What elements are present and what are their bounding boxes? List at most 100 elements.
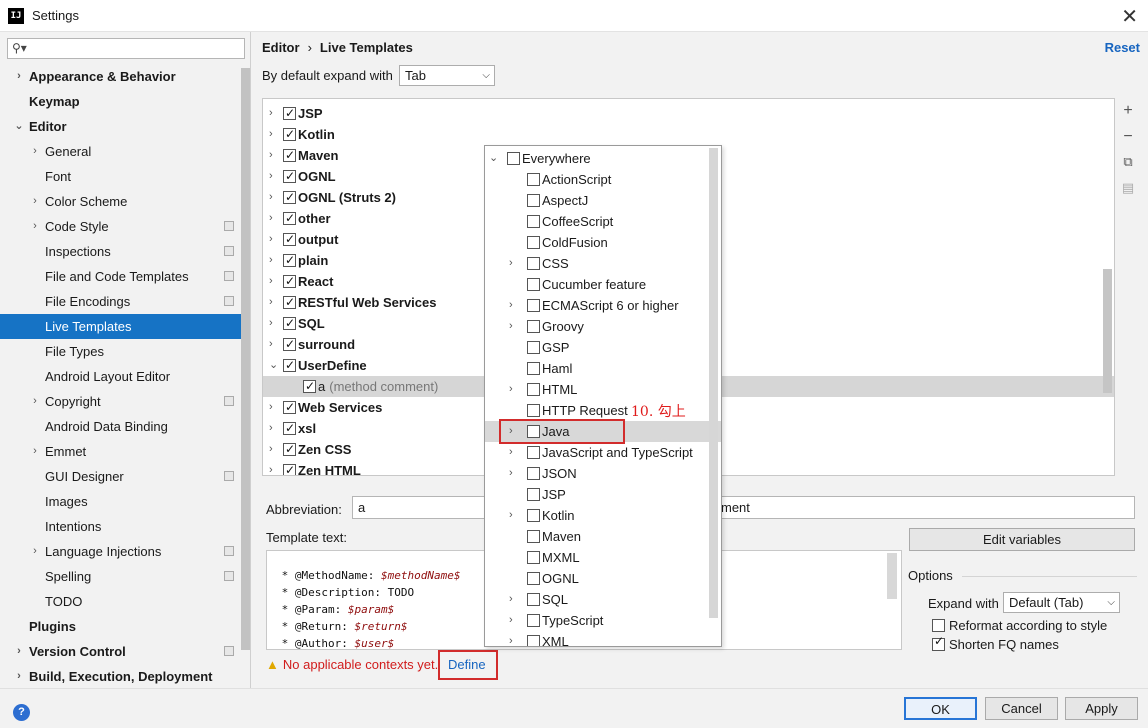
template-checkbox[interactable] [283, 250, 296, 271]
context-item-everywhere[interactable]: ⌄ Everywhere [485, 148, 721, 169]
template-checkbox[interactable] [283, 313, 296, 334]
chevron-right-icon[interactable]: › [509, 463, 513, 484]
context-item-groovy[interactable]: › Groovy [485, 316, 721, 337]
sidebar-item-android-data-binding[interactable]: Android Data Binding [0, 414, 250, 439]
template-checkbox[interactable] [283, 208, 296, 229]
context-item-coffeescript[interactable]: CoffeeScript [485, 211, 721, 232]
sidebar-item-appearance-behavior[interactable]: › Appearance & Behavior [0, 64, 250, 89]
context-checkbox[interactable] [527, 257, 540, 270]
sidebar-scrollbar[interactable] [241, 68, 250, 650]
chevron-right-icon[interactable]: › [509, 610, 513, 631]
chevron-right-icon[interactable]: › [29, 389, 41, 414]
template-checkbox[interactable] [283, 355, 296, 376]
template-checkbox[interactable] [283, 229, 296, 250]
context-checkbox[interactable] [527, 509, 540, 522]
context-checkbox[interactable] [527, 173, 540, 186]
context-checkbox[interactable] [527, 383, 540, 396]
context-item-ecmascript-6-or-higher[interactable]: › ECMAScript 6 or higher [485, 295, 721, 316]
context-checkbox[interactable] [527, 446, 540, 459]
sidebar-item-code-style[interactable]: › Code Style [0, 214, 250, 239]
sidebar-item-intentions[interactable]: Intentions [0, 514, 250, 539]
context-checkbox[interactable] [527, 299, 540, 312]
context-item-html[interactable]: › HTML [485, 379, 721, 400]
chevron-right-icon[interactable]: › [269, 229, 279, 250]
reset-link[interactable]: Reset [1105, 40, 1140, 55]
context-checkbox[interactable] [527, 593, 540, 606]
sidebar-item-emmet[interactable]: › Emmet [0, 439, 250, 464]
context-checkbox[interactable] [527, 236, 540, 249]
context-item-aspectj[interactable]: AspectJ [485, 190, 721, 211]
context-item-jsp[interactable]: JSP [485, 484, 721, 505]
template-checkbox[interactable] [283, 334, 296, 355]
sidebar-item-build-execution-deployment[interactable]: › Build, Execution, Deployment [0, 664, 250, 688]
context-checkbox[interactable] [527, 362, 540, 375]
edit-variables-button[interactable]: Edit variables [909, 528, 1135, 551]
chevron-right-icon[interactable]: › [269, 292, 279, 313]
chevron-right-icon[interactable]: › [29, 139, 41, 164]
context-item-mxml[interactable]: MXML [485, 547, 721, 568]
context-item-coldfusion[interactable]: ColdFusion [485, 232, 721, 253]
template-checkbox[interactable] [283, 397, 296, 418]
chevron-right-icon[interactable]: › [29, 214, 41, 239]
context-checkbox[interactable] [527, 278, 540, 291]
chevron-right-icon[interactable]: › [13, 639, 25, 664]
chevron-right-icon[interactable]: › [269, 187, 279, 208]
sidebar-item-editor[interactable]: ⌄ Editor [0, 114, 250, 139]
context-checkbox[interactable] [527, 467, 540, 480]
context-checkbox[interactable] [527, 614, 540, 627]
context-checkbox[interactable] [527, 320, 540, 333]
chevron-right-icon[interactable]: › [509, 442, 513, 463]
chevron-right-icon[interactable]: › [509, 589, 513, 610]
sidebar-item-general[interactable]: › General [0, 139, 250, 164]
sidebar-item-keymap[interactable]: Keymap [0, 89, 250, 114]
context-checkbox[interactable] [527, 488, 540, 501]
remove-icon[interactable]: − [1120, 128, 1136, 146]
sidebar-item-copyright[interactable]: › Copyright [0, 389, 250, 414]
chevron-right-icon[interactable]: › [509, 253, 513, 274]
template-checkbox[interactable] [283, 439, 296, 460]
sidebar-item-file-encodings[interactable]: File Encodings [0, 289, 250, 314]
expand-with-select[interactable]: Default (Tab) ⌵ [1003, 592, 1120, 613]
chevron-down-icon[interactable]: ⌄ [489, 148, 498, 169]
sidebar-item-gui-designer[interactable]: GUI Designer [0, 464, 250, 489]
chevron-right-icon[interactable]: › [509, 316, 513, 337]
context-item-typescript[interactable]: › TypeScript [485, 610, 721, 631]
sidebar-item-font[interactable]: Font [0, 164, 250, 189]
description-input[interactable]: ment [712, 496, 1135, 519]
context-item-gsp[interactable]: GSP [485, 337, 721, 358]
help-icon[interactable]: ? [13, 704, 30, 721]
chevron-right-icon[interactable]: › [269, 313, 279, 334]
chevron-right-icon[interactable]: › [269, 208, 279, 229]
chevron-right-icon[interactable]: › [269, 418, 279, 439]
sidebar-item-todo[interactable]: TODO [0, 589, 250, 614]
chevron-right-icon[interactable]: › [13, 664, 25, 688]
shorten-fq-checkbox[interactable] [932, 634, 945, 651]
cancel-button[interactable]: Cancel [985, 697, 1058, 720]
chevron-down-icon[interactable]: ⌄ [269, 355, 279, 376]
chevron-right-icon[interactable]: › [269, 460, 279, 475]
context-checkbox[interactable] [527, 404, 540, 417]
chevron-right-icon[interactable]: › [269, 334, 279, 355]
context-checkbox[interactable] [527, 551, 540, 564]
template-checkbox[interactable] [283, 418, 296, 439]
ok-button[interactable]: OK [904, 697, 977, 720]
close-icon[interactable]: ✕ [1121, 4, 1138, 28]
context-checkbox[interactable] [527, 530, 540, 543]
template-checkbox[interactable] [283, 166, 296, 187]
chevron-right-icon[interactable]: › [509, 631, 513, 646]
chevron-right-icon[interactable]: › [269, 124, 279, 145]
context-item-haml[interactable]: Haml [485, 358, 721, 379]
template-checkbox[interactable] [283, 292, 296, 313]
copy-icon[interactable]: ⧉ [1120, 154, 1136, 170]
context-checkbox[interactable] [527, 635, 540, 646]
chevron-right-icon[interactable]: › [269, 166, 279, 187]
chevron-right-icon[interactable]: › [269, 439, 279, 460]
context-item-cucumber-feature[interactable]: Cucumber feature [485, 274, 721, 295]
template-group-kotlin[interactable]: › Kotlin [263, 124, 1114, 145]
chevron-right-icon[interactable]: › [509, 505, 513, 526]
context-checkbox[interactable] [527, 341, 540, 354]
sidebar-item-plugins[interactable]: Plugins [0, 614, 250, 639]
templates-tree-scrollbar[interactable] [1103, 269, 1112, 393]
template-group-jsp[interactable]: › JSP [263, 103, 1114, 124]
template-checkbox[interactable] [283, 103, 296, 124]
